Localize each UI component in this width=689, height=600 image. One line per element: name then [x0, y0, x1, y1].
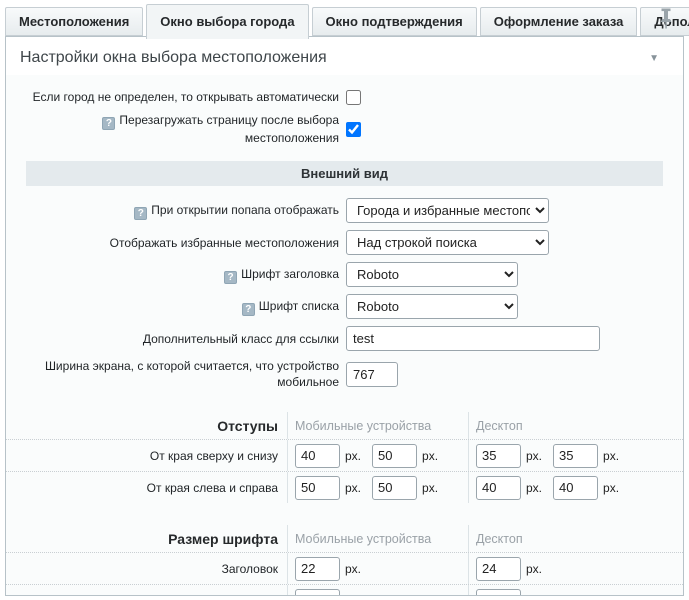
unit-label: px.	[526, 449, 542, 463]
field-list-font: ?Шрифт списка Roboto	[6, 294, 683, 319]
table-row-margin-vertical: От края сверху и снизу px. px. px. px.	[6, 439, 683, 471]
reload-page-checkbox[interactable]	[346, 122, 361, 137]
field-title-font: ?Шрифт заголовка Roboto	[6, 262, 683, 287]
column-header-desktop: Десктоп	[468, 412, 683, 439]
font-input-desktop-input[interactable]	[476, 589, 521, 597]
toggle-label: ?Перезагружать страницу после выбора мес…	[6, 112, 346, 146]
margin-horizontal-mobile-input-2[interactable]	[372, 476, 417, 500]
margins-table: Отступы Мобильные устройства Десктоп От …	[6, 412, 683, 503]
row-label: От края слева и справа	[6, 481, 287, 495]
link-class-input[interactable]	[346, 326, 600, 351]
margin-vertical-desktop-input-1[interactable]	[476, 444, 521, 468]
mobile-cell: px. px.	[287, 440, 468, 471]
toggle-label: Если город не определен, то открывать ав…	[6, 89, 346, 105]
desktop-cell: px. px.	[468, 440, 683, 471]
toggle-row-auto-open: Если город не определен, то открывать ав…	[6, 89, 683, 105]
desktop-cell: px.	[468, 553, 683, 584]
desktop-cell: px. px.	[468, 472, 683, 503]
unit-label: px.	[603, 449, 619, 463]
help-icon[interactable]: ?	[242, 303, 255, 316]
field-label: Ширина экрана, с которой считается, что …	[6, 358, 346, 390]
tab-confirmation-window[interactable]: Окно подтверждения	[312, 7, 477, 36]
table-title: Отступы	[6, 418, 287, 434]
mobile-cell: px.	[287, 585, 468, 596]
tab-locations[interactable]: Местоположения	[5, 7, 143, 36]
field-label: Отображать избранные местоположения	[6, 235, 346, 251]
unit-label: px.	[526, 562, 542, 576]
table-row-font-title: Заголовок px. px.	[6, 552, 683, 584]
desktop-cell: px.	[468, 585, 683, 596]
margin-vertical-mobile-input-1[interactable]	[295, 444, 340, 468]
field-mobile-width: Ширина экрана, с которой считается, что …	[6, 358, 683, 390]
unit-label: px.	[526, 594, 542, 597]
title-font-select[interactable]: Roboto	[346, 262, 518, 287]
help-icon[interactable]: ?	[224, 271, 237, 284]
panel-header: Настройки окна выбора местоположения ▼	[6, 37, 683, 75]
field-label: ?При открытии попапа отображать	[6, 202, 346, 220]
font-title-desktop-input[interactable]	[476, 557, 521, 581]
unit-label: px.	[345, 594, 361, 597]
favorites-position-select[interactable]: Над строкой поиска	[346, 230, 549, 255]
column-header-desktop: Десктоп	[468, 525, 683, 552]
table-header-row: Отступы Мобильные устройства Десктоп	[6, 412, 683, 439]
toggle-row-reload-page: ?Перезагружать страницу после выбора мес…	[6, 112, 683, 146]
field-favorites-position: Отображать избранные местоположения Над …	[6, 230, 683, 255]
unit-label: px.	[422, 481, 438, 495]
tab-checkout[interactable]: Оформление заказа	[480, 7, 638, 36]
column-header-mobile: Мобильные устройства	[287, 412, 468, 439]
field-label: ?Шрифт списка	[6, 298, 346, 316]
table-title: Размер шрифта	[6, 531, 287, 547]
mobile-cell: px.	[287, 553, 468, 584]
row-label: Заголовок	[6, 562, 287, 576]
help-icon[interactable]: ?	[134, 207, 147, 220]
mobile-width-input[interactable]	[346, 362, 398, 387]
settings-panel: Настройки окна выбора местоположения ▼ Е…	[5, 36, 684, 596]
unit-label: px.	[345, 562, 361, 576]
unit-label: px.	[345, 449, 361, 463]
font-title-mobile-input[interactable]	[295, 557, 340, 581]
table-header-row: Размер шрифта Мобильные устройства Дескт…	[6, 525, 683, 552]
toggle-block: Если город не определен, то открывать ав…	[6, 89, 683, 146]
font-input-mobile-input[interactable]	[295, 589, 340, 597]
pin-icon[interactable]	[659, 8, 673, 29]
unit-label: px.	[422, 449, 438, 463]
margin-vertical-desktop-input-2[interactable]	[553, 444, 598, 468]
column-header-mobile: Мобильные устройства	[287, 525, 468, 552]
panel-title: Настройки окна выбора местоположения	[20, 49, 327, 67]
section-appearance-title: Внешний вид	[26, 161, 663, 186]
margin-horizontal-desktop-input-2[interactable]	[553, 476, 598, 500]
margin-horizontal-mobile-input-1[interactable]	[295, 476, 340, 500]
margin-vertical-mobile-input-2[interactable]	[372, 444, 417, 468]
tab-bar: Местоположения Окно выбора города Окно п…	[0, 0, 689, 36]
help-icon[interactable]: ?	[102, 117, 115, 130]
unit-label: px.	[603, 481, 619, 495]
table-row-font-input-field: Поле ввода px. px.	[6, 584, 683, 596]
mobile-cell: px. px.	[287, 472, 468, 503]
field-link-class: Дополнительный класс для ссылки	[6, 326, 683, 351]
field-popup-display: ?При открытии попапа отображать Города и…	[6, 198, 683, 223]
auto-open-checkbox[interactable]	[346, 90, 361, 105]
list-font-select[interactable]: Roboto	[346, 294, 518, 319]
margin-horizontal-desktop-input-1[interactable]	[476, 476, 521, 500]
table-row-margin-horizontal: От края слева и справа px. px. px. px.	[6, 471, 683, 503]
collapse-chevron-icon[interactable]: ▼	[649, 53, 659, 64]
row-label: Поле ввода	[6, 594, 287, 597]
tab-city-selection-window[interactable]: Окно выбора города	[146, 4, 308, 39]
field-label: ?Шрифт заголовка	[6, 266, 346, 284]
unit-label: px.	[526, 481, 542, 495]
popup-display-select[interactable]: Города и избранные местоположения	[346, 198, 549, 223]
font-size-table: Размер шрифта Мобильные устройства Дескт…	[6, 525, 683, 596]
field-label: Дополнительный класс для ссылки	[6, 331, 346, 347]
unit-label: px.	[345, 481, 361, 495]
row-label: От края сверху и снизу	[6, 449, 287, 463]
